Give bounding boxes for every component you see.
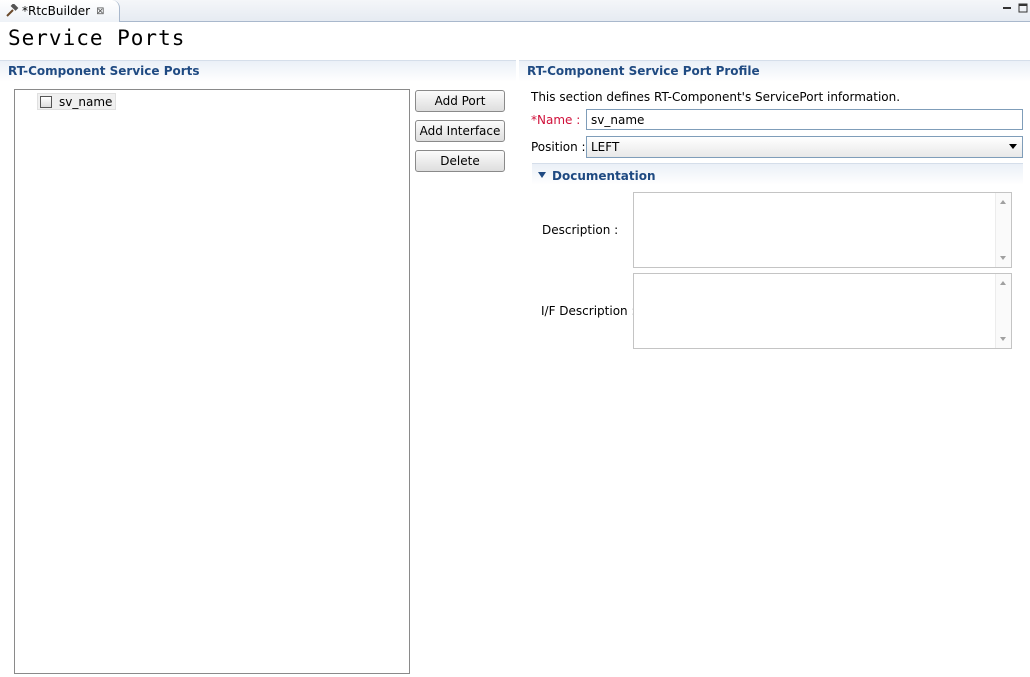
position-selected-value: LEFT	[591, 140, 620, 154]
tab-rtcbuilder[interactable]: *RtcBuilder ⊠	[0, 0, 120, 22]
name-input[interactable]	[586, 109, 1023, 130]
scroll-up-icon[interactable]	[1000, 200, 1006, 204]
expand-triangle-icon[interactable]	[538, 172, 546, 178]
position-select[interactable]: LEFT	[586, 136, 1023, 158]
port-checkbox[interactable]	[40, 95, 52, 108]
section-description: This section defines RT-Component's Serv…	[531, 90, 901, 104]
tree-item[interactable]: sv_name	[37, 93, 117, 110]
name-label: *Name :	[531, 113, 580, 127]
window-controls	[1002, 2, 1028, 13]
name-label-colon: :	[572, 113, 581, 127]
scroll-up-icon[interactable]	[1000, 281, 1006, 285]
chevron-down-icon	[1009, 144, 1017, 149]
if-description-scrollbar[interactable]	[995, 274, 1011, 348]
port-profile-section-header: RT-Component Service Port Profile	[519, 60, 1030, 82]
description-textarea[interactable]	[633, 192, 1012, 268]
tree-item-label: sv_name	[59, 94, 113, 109]
tab-label: *RtcBuilder	[22, 4, 91, 18]
add-interface-button[interactable]: Add Interface	[415, 120, 505, 142]
scroll-down-icon[interactable]	[1000, 337, 1006, 341]
documentation-title: Documentation	[552, 169, 656, 183]
required-name-label: *Name	[531, 113, 573, 127]
description-scrollbar[interactable]	[995, 193, 1011, 267]
close-icon[interactable]: ⊠	[96, 6, 104, 17]
description-label: Description :	[542, 223, 619, 237]
section-title: RT-Component Service Ports	[8, 64, 200, 78]
delete-button[interactable]: Delete	[415, 150, 505, 172]
if-description-label: I/F Description :	[541, 304, 636, 318]
hammer-icon	[5, 3, 19, 18]
editor-tab-bar: *RtcBuilder ⊠	[0, 0, 1030, 22]
if-description-textarea[interactable]	[633, 273, 1012, 349]
maximize-icon[interactable]	[1018, 2, 1028, 13]
add-port-button[interactable]: Add Port	[415, 90, 505, 112]
scroll-down-icon[interactable]	[1000, 256, 1006, 260]
minimize-icon[interactable]	[1002, 2, 1012, 12]
section-title: RT-Component Service Port Profile	[527, 64, 760, 78]
service-ports-tree[interactable]: sv_name	[14, 89, 410, 674]
page-title: Service Ports	[8, 26, 186, 50]
position-label: Position :	[531, 140, 586, 154]
documentation-section-header[interactable]: Documentation	[532, 163, 1023, 185]
service-ports-section-header: RT-Component Service Ports	[0, 60, 516, 82]
